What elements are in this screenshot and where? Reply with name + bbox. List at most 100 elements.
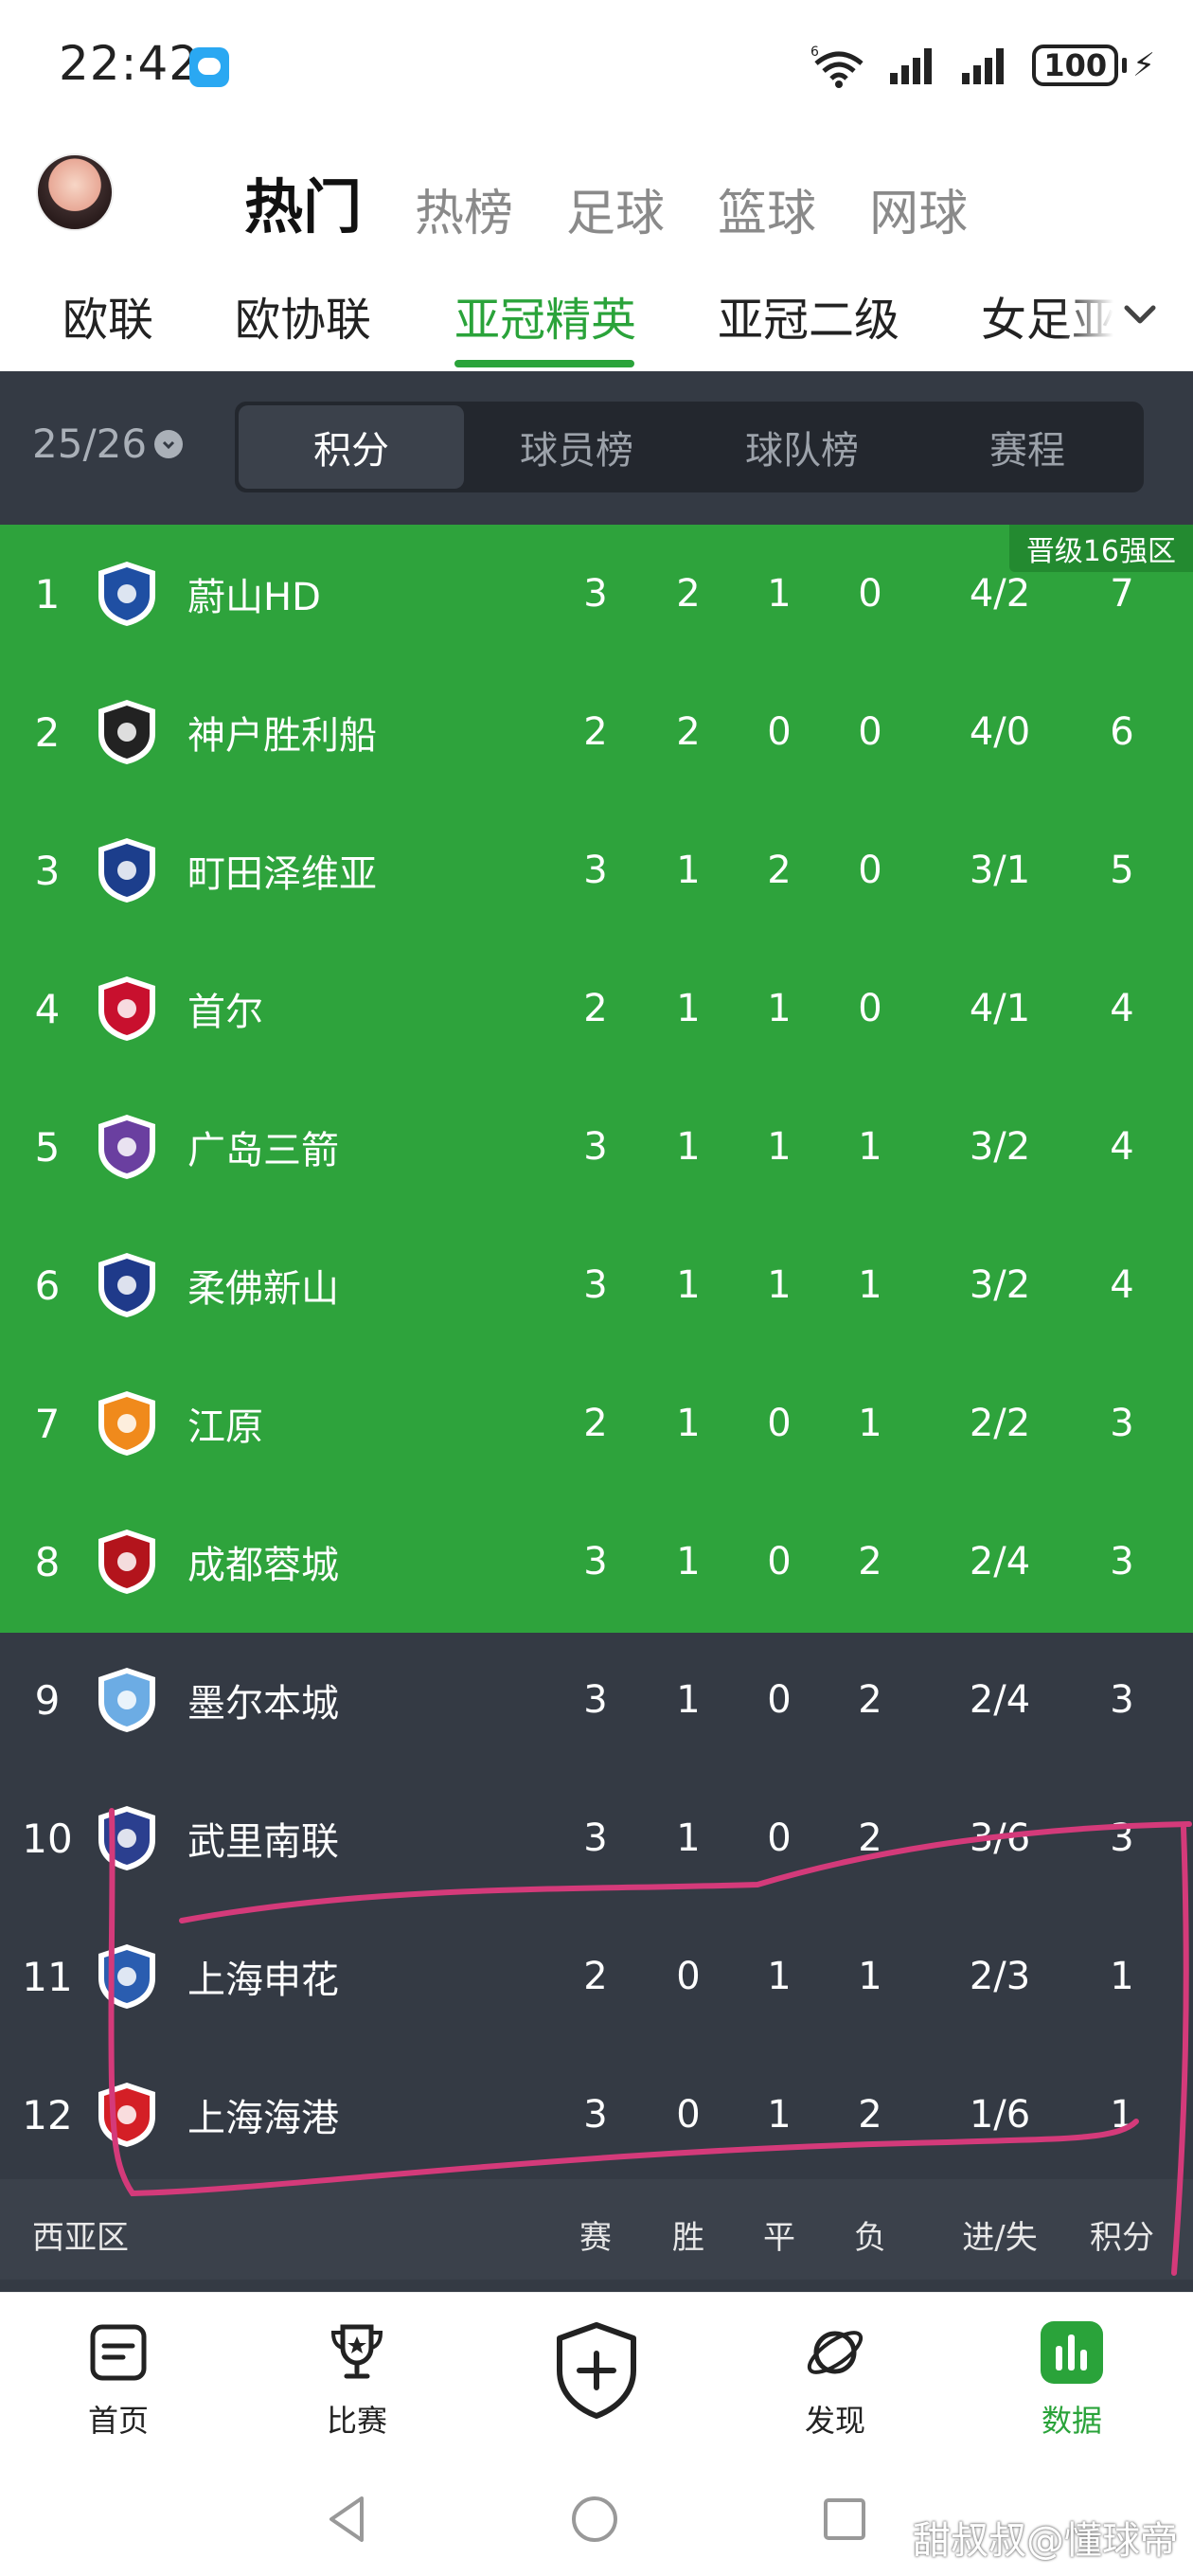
team-logo-icon [98, 1944, 155, 2009]
drawn-cell: 1 [767, 2093, 792, 2137]
table-row[interactable]: 4 首尔 2 1 1 0 4/1 4 [0, 939, 1193, 1078]
won-cell: 1 [676, 849, 701, 892]
team-logo-icon [98, 1530, 155, 1594]
lost-cell: 1 [858, 1955, 882, 1998]
table-row[interactable]: 12 上海海港 3 0 1 2 1/6 1 [0, 2046, 1193, 2184]
nav-discover[interactable]: 发现 [759, 2319, 911, 2441]
team-name: 首尔 [187, 991, 263, 1034]
home-circle-icon[interactable] [568, 2493, 621, 2546]
table-row[interactable]: 2 神户胜利船 2 2 0 0 4/0 6 [0, 663, 1193, 801]
back-icon[interactable] [322, 2493, 375, 2546]
league-tab-acl-two[interactable]: 亚冠二级 [718, 282, 899, 349]
played-cell: 3 [583, 1540, 608, 1583]
season-label: 25/26 [32, 420, 148, 467]
played-cell: 2 [583, 987, 608, 1030]
recents-icon[interactable] [818, 2493, 871, 2546]
goals-cell: 3/6 [969, 1816, 1031, 1860]
league-tab-conference[interactable]: 欧协联 [235, 282, 371, 349]
goals-cell: 2/3 [969, 1955, 1031, 1998]
chevron-down-icon[interactable] [1119, 294, 1161, 335]
tab-hot-list[interactable]: 热榜 [415, 173, 513, 244]
table-row[interactable]: 7 江原 2 1 0 1 2/2 3 [0, 1354, 1193, 1493]
goals-cell: 4/0 [969, 710, 1031, 754]
won-cell: 1 [676, 1540, 701, 1583]
table-row[interactable]: 8 成都蓉城 3 1 0 2 2/4 3 [0, 1493, 1193, 1631]
drawn-cell: 1 [767, 987, 792, 1030]
table-row[interactable]: 5 广岛三箭 3 1 1 1 3/2 4 [0, 1078, 1193, 1216]
drawn-cell: 0 [767, 710, 792, 754]
table-row[interactable]: 6 柔佛新山 3 1 1 1 3/2 4 [0, 1216, 1193, 1354]
rank-cell: 5 [34, 1123, 61, 1171]
table-row[interactable]: 10 武里南联 3 1 0 2 3/6 3 [0, 1769, 1193, 1907]
team-name: 蔚山HD [187, 576, 321, 619]
league-tab-acl-elite[interactable]: 亚冠精英 [454, 282, 636, 349]
nav-matches-label: 比赛 [326, 2403, 387, 2439]
goals-cell: 3/2 [969, 1263, 1031, 1307]
segment-teams[interactable]: 球队榜 [689, 405, 915, 489]
drawn-cell: 1 [767, 1263, 792, 1307]
played-cell: 3 [583, 572, 608, 616]
won-cell: 1 [676, 1263, 701, 1307]
top-header: 热门 热榜 足球 篮球 网球 [0, 142, 1193, 246]
lost-cell: 0 [858, 849, 882, 892]
drawn-cell: 1 [767, 572, 792, 616]
nav-home[interactable]: 首页 [43, 2319, 194, 2441]
won-cell: 0 [676, 2093, 701, 2137]
active-tab-underline [454, 360, 634, 367]
points-cell: 3 [1110, 1540, 1134, 1583]
nav-data-label: 数据 [1041, 2403, 1102, 2439]
segment-players[interactable]: 球员榜 [464, 405, 689, 489]
avatar[interactable] [36, 153, 114, 231]
bottom-nav: 首页 比赛 发现 数据 [0, 2292, 1193, 2453]
bar-chart-icon [1041, 2321, 1103, 2384]
header-drawn: 平 [763, 2219, 795, 2257]
table-row[interactable]: 3 町田泽维亚 3 1 2 0 3/1 5 [0, 801, 1193, 939]
nav-data[interactable]: 数据 [996, 2319, 1148, 2441]
goals-cell: 4/2 [969, 572, 1031, 616]
table-row[interactable]: 1 蔚山HD 3 2 1 0 4/2 7 [0, 525, 1193, 663]
segment-standings[interactable]: 积分 [239, 405, 464, 489]
team-logo-icon [98, 1806, 155, 1870]
lost-cell: 0 [858, 710, 882, 754]
points-cell: 6 [1110, 710, 1134, 754]
league-tab-europa[interactable]: 欧联 [62, 282, 153, 349]
nav-matches[interactable]: 比赛 [281, 2319, 433, 2441]
played-cell: 2 [583, 1402, 608, 1445]
team-logo-icon [98, 2083, 155, 2147]
team-logo-icon [98, 1115, 155, 1179]
header-points: 积分 [1090, 2219, 1154, 2257]
rank-cell: 12 [22, 2091, 73, 2138]
tab-basketball[interactable]: 篮球 [718, 173, 816, 244]
tab-hot[interactable]: 热门 [244, 159, 362, 244]
points-cell: 1 [1110, 1955, 1134, 1998]
table-row[interactable]: 9 墨尔本城 3 1 0 2 2/4 3 [0, 1631, 1193, 1769]
points-cell: 4 [1110, 987, 1134, 1030]
team-logo-icon [98, 700, 155, 764]
team-logo-icon [98, 1668, 155, 1732]
segment-schedule[interactable]: 赛程 [915, 405, 1140, 489]
lost-cell: 2 [858, 1816, 882, 1860]
rank-cell: 10 [22, 1815, 73, 1862]
won-cell: 1 [676, 1816, 701, 1860]
tab-tennis[interactable]: 网球 [869, 173, 968, 244]
table-row[interactable]: 11 上海申花 2 0 1 1 2/3 1 [0, 1907, 1193, 2046]
trophy-icon [330, 2324, 383, 2379]
league-tabs: 欧联 欧协联 亚冠精英 亚冠二级 女足亚 [0, 265, 1193, 371]
team-name: 广岛三箭 [187, 1129, 339, 1172]
team-name: 柔佛新山 [187, 1267, 339, 1311]
lost-cell: 2 [858, 2093, 882, 2137]
drawn-cell: 0 [767, 1402, 792, 1445]
team-logo-icon [98, 1391, 155, 1456]
drawn-cell: 1 [767, 1125, 792, 1169]
season-selector[interactable]: 25/26 [32, 420, 184, 467]
tab-football[interactable]: 足球 [566, 173, 665, 244]
standings-panel: 25/26 积分 球员榜 球队榜 赛程 晋级16强区 1 蔚山HD 3 2 1 0 4/2 7… [0, 371, 1193, 2292]
planet-icon [807, 2331, 864, 2374]
wifi-icon: 6 [809, 43, 869, 88]
header-lost: 负 [854, 2219, 886, 2257]
points-cell: 4 [1110, 1263, 1134, 1307]
played-cell: 3 [583, 1678, 608, 1722]
won-cell: 2 [676, 710, 701, 754]
points-cell: 1 [1110, 2093, 1134, 2137]
add-shield-button[interactable] [554, 2321, 639, 2420]
